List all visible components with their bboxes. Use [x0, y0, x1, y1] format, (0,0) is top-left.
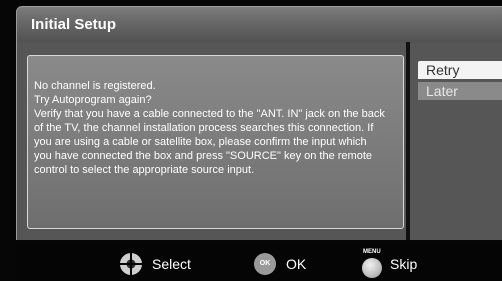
setup-screen: Initial Setup No channel is registered. …	[0, 0, 502, 281]
dpad-icon	[120, 252, 142, 275]
skip-label: Skip	[390, 255, 418, 272]
retry-button[interactable]: Retry	[418, 61, 502, 79]
skip-hint: MENU Skip	[362, 246, 417, 281]
message-panel: No channel is registered. Try Autoprogra…	[16, 42, 406, 240]
menu-button-icon: MENU	[362, 246, 384, 281]
message-line: control to select the appropriate source…	[34, 164, 255, 176]
ok-label: OK	[286, 255, 307, 272]
later-button[interactable]: Later	[418, 82, 502, 100]
select-hint: Select	[120, 246, 191, 281]
ok-hint: OK OK	[254, 246, 306, 281]
options-panel: Retry Later	[410, 42, 502, 240]
page-title: Initial Setup	[31, 16, 117, 33]
message-line: Try Autoprogram again?	[34, 94, 152, 106]
button-guide-bar: Select OK OK MENU Skip	[16, 246, 502, 281]
menu-circle-icon	[362, 258, 382, 278]
select-label: Select	[152, 255, 191, 272]
ok-button-icon: OK	[254, 252, 276, 275]
title-bar: Initial Setup	[16, 6, 502, 42]
message-box: No channel is registered. Try Autoprogra…	[27, 55, 404, 229]
menu-icon-label: MENU	[363, 249, 381, 255]
message-line: Verify that you have a cable connected t…	[34, 108, 385, 120]
message-line: of the TV, the channel installation proc…	[34, 122, 374, 134]
message-line: you are using a cable or satellite box, …	[34, 136, 367, 148]
message-line: you have connected the box and press "SO…	[34, 150, 372, 162]
message-line: No channel is registered.	[34, 80, 156, 92]
